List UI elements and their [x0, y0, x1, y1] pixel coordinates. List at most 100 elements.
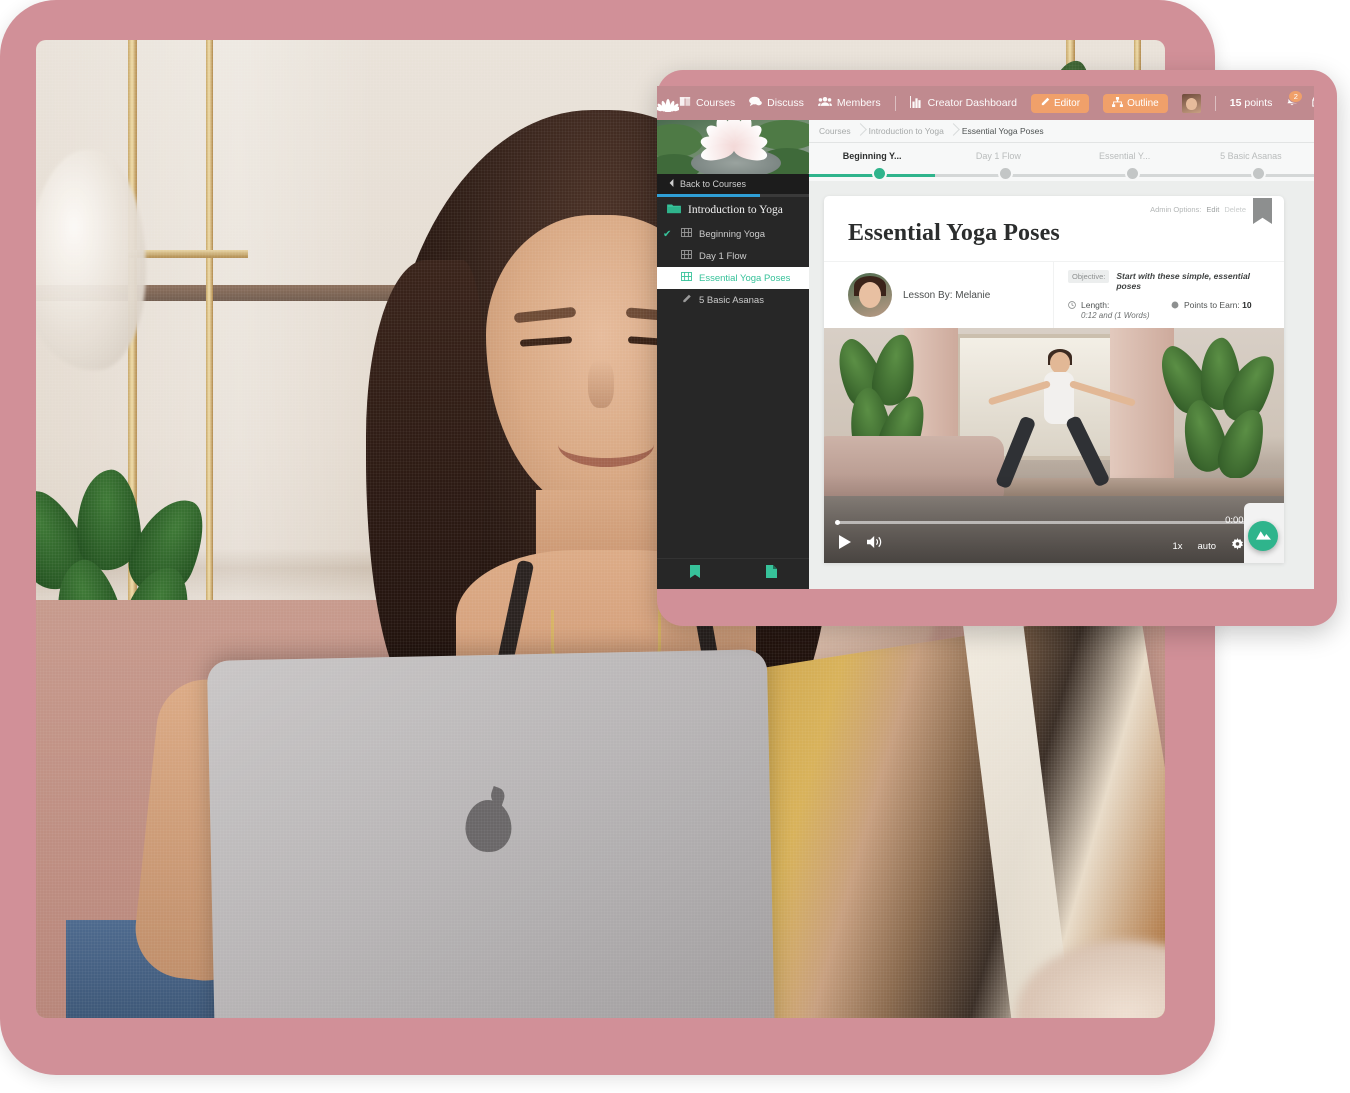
- lesson-length-stat: Length: 0:12 and (1 Words): [1068, 300, 1171, 320]
- breadcrumb-item-courses[interactable]: Courses: [819, 126, 851, 136]
- image-mountains-icon: [1255, 527, 1271, 545]
- step-label-1[interactable]: Beginning Y...: [809, 151, 935, 161]
- step-label-3[interactable]: Essential Y...: [1062, 151, 1188, 161]
- editor-button[interactable]: Editor: [1030, 93, 1090, 113]
- lesson-card: Admin Options: Edit Delete Essential Yog…: [824, 196, 1284, 563]
- lotus-flower-photo: [697, 120, 771, 172]
- clock-icon: [1068, 301, 1076, 311]
- objective-tag: Objective:: [1068, 270, 1110, 283]
- page-title: Essential Yoga Poses: [848, 220, 1060, 246]
- sidebar-lesson-label: Day 1 Flow: [699, 250, 747, 262]
- breadcrumb-item-course[interactable]: Introduction to Yoga: [869, 126, 944, 136]
- video-seek-handle[interactable]: [835, 520, 840, 525]
- inbox-button[interactable]: [1312, 94, 1314, 112]
- objective-stats: Length: 0:12 and (1 Words) Points to Ear…: [1068, 300, 1274, 320]
- lesson-byline-label: Lesson By: Melanie: [903, 289, 991, 301]
- app-window: Courses Discuss Members Creator Dashboar…: [657, 86, 1314, 589]
- step-dot-4[interactable]: [1250, 166, 1266, 181]
- outline-button[interactable]: Outline: [1103, 93, 1168, 113]
- top-navigation-bar: Courses Discuss Members Creator Dashboar…: [657, 86, 1314, 120]
- playback-speed-button[interactable]: 1x: [1172, 541, 1182, 552]
- pencil-icon: [681, 294, 692, 307]
- nav-link-label: Discuss: [767, 97, 804, 109]
- breadcrumb-item-current: Essential Yoga Poses: [961, 126, 1044, 136]
- lesson-length-value: 0:12 and (1 Words): [1081, 311, 1150, 320]
- lesson-progress-steps: Beginning Y... Day 1 Flow Essential Y...…: [809, 143, 1314, 181]
- media-library-button[interactable]: [1248, 521, 1278, 551]
- lesson-length-label: Length:: [1081, 300, 1110, 310]
- lesson-list: ✔ Beginning Yoga Day 1 Flow Essential Yo…: [657, 223, 809, 311]
- edit-link[interactable]: Edit: [1206, 205, 1219, 214]
- sidebar-lesson-essential-yoga-poses[interactable]: Essential Yoga Poses: [657, 267, 809, 289]
- instructor-avatar[interactable]: [848, 273, 892, 317]
- lotus-logo-icon[interactable]: [657, 94, 679, 112]
- sidebar-lesson-label: 5 Basic Asanas: [699, 294, 764, 306]
- notification-badge: 2: [1288, 90, 1304, 103]
- notes-document-icon[interactable]: [765, 565, 777, 583]
- nav-link-members[interactable]: Members: [817, 96, 881, 110]
- video-icon: [681, 272, 692, 284]
- lesson-video-player[interactable]: 0:00 / 0:12 1x auto: [824, 328, 1284, 563]
- nav-divider: [894, 95, 896, 111]
- sidebar-lesson-5-basic-asanas[interactable]: 5 Basic Asanas: [657, 289, 809, 311]
- sitemap-icon: [1112, 96, 1124, 110]
- breadcrumb-separator-icon: [946, 120, 960, 142]
- delete-link[interactable]: Delete: [1224, 205, 1246, 214]
- check-icon: ✔: [663, 229, 672, 240]
- step-labels: Beginning Y... Day 1 Flow Essential Y...…: [809, 143, 1314, 169]
- step-dot-1[interactable]: [872, 166, 888, 181]
- people-icon: [817, 96, 832, 110]
- back-to-courses-label: Back to Courses: [680, 179, 747, 189]
- sidebar-lesson-beginning-yoga[interactable]: ✔ Beginning Yoga: [657, 223, 809, 245]
- course-title: Introduction to Yoga: [657, 197, 819, 223]
- video-seek-bar[interactable]: [835, 520, 1272, 525]
- notifications-button[interactable]: 2: [1286, 90, 1304, 112]
- lesson-content-area: Courses Introduction to Yoga Essential Y…: [809, 120, 1314, 589]
- lesson-points-label: Points to Earn:: [1184, 300, 1240, 310]
- video-controls: 0:00 / 0:12 1x auto: [824, 503, 1284, 563]
- pencil-icon: [1040, 97, 1050, 110]
- nav-link-discuss[interactable]: Discuss: [749, 96, 804, 110]
- step-dot-2[interactable]: [998, 166, 1014, 181]
- coin-icon: [1171, 301, 1179, 311]
- nav-link-label: Courses: [696, 97, 736, 109]
- step-label-2[interactable]: Day 1 Flow: [935, 151, 1061, 161]
- lesson-meta: Lesson By: Melanie Objective: Start with…: [824, 261, 1284, 328]
- nav-link-label: Creator Dashboard: [927, 97, 1017, 109]
- sidebar-lesson-label: Beginning Yoga: [699, 228, 766, 240]
- course-cover-image: [657, 120, 809, 174]
- book-icon: [679, 96, 691, 110]
- points-value: 15: [1229, 97, 1242, 109]
- bookmark-icon[interactable]: [689, 565, 701, 583]
- sidebar-footer: [657, 558, 809, 589]
- gear-icon[interactable]: [1231, 538, 1244, 554]
- chat-bubble-icon: [749, 96, 762, 110]
- video-icon: [681, 228, 692, 240]
- chevron-left-icon: [669, 179, 674, 189]
- lesson-objective-box: Objective: Start with these simple, esse…: [1053, 262, 1284, 328]
- nav-link-courses[interactable]: Courses: [679, 96, 735, 110]
- video-controls-left: [838, 535, 884, 554]
- user-avatar[interactable]: [1181, 93, 1201, 113]
- volume-icon[interactable]: [867, 535, 884, 554]
- points-label: points: [1244, 97, 1273, 109]
- nav-link-creator-dashboard[interactable]: Creator Dashboard: [909, 95, 1017, 111]
- bar-chart-icon: [909, 95, 923, 111]
- lesson-points-stat: Points to Earn: 10: [1171, 300, 1274, 320]
- lesson-points-value: 10: [1242, 300, 1252, 310]
- back-to-courses-link[interactable]: Back to Courses: [657, 174, 821, 194]
- step-label-4[interactable]: 5 Basic Asanas: [1188, 151, 1314, 161]
- points-display: 15 points: [1230, 97, 1273, 109]
- folder-icon: [667, 203, 681, 217]
- play-icon[interactable]: [838, 535, 851, 554]
- sidebar-lesson-label: Essential Yoga Poses: [699, 272, 791, 284]
- admin-options: Admin Options: Edit Delete: [824, 196, 1284, 224]
- lesson-byline: Lesson By: Melanie: [824, 262, 1053, 328]
- video-quality-button[interactable]: auto: [1198, 541, 1217, 552]
- nav-link-label: Members: [836, 97, 881, 109]
- step-dot-3[interactable]: [1124, 166, 1140, 181]
- admin-options-label: Admin Options:: [1150, 204, 1202, 214]
- sidebar-lesson-day-1-flow[interactable]: Day 1 Flow: [657, 245, 809, 267]
- course-sidebar: Back to Courses Introduction to Yoga ✔ B…: [657, 120, 821, 589]
- nav-divider: [1214, 95, 1216, 111]
